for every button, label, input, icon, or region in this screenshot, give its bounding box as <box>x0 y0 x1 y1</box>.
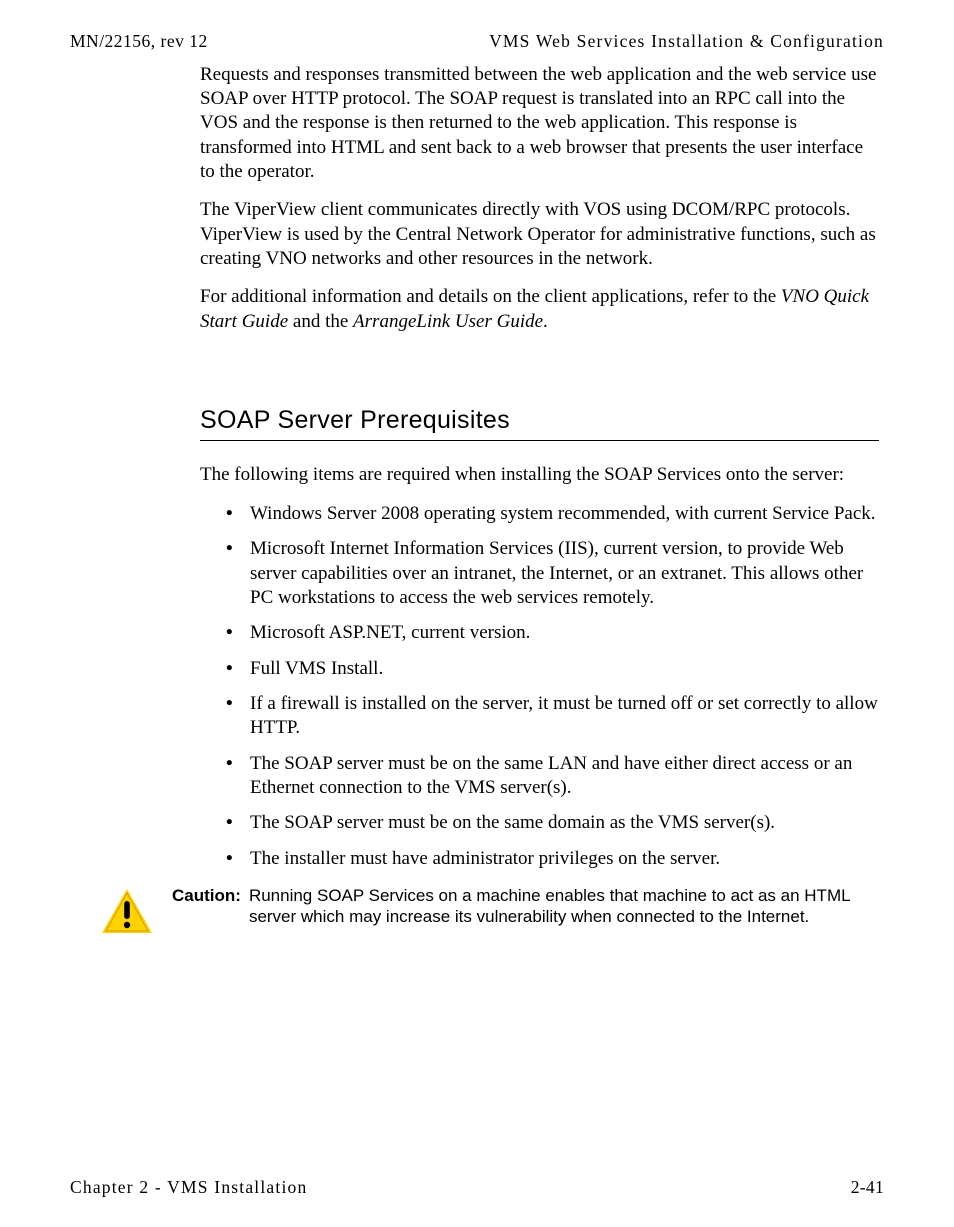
body-content: Requests and responses transmitted betwe… <box>200 63 879 935</box>
caution-block: Caution: Running SOAP Services on a mach… <box>100 885 879 935</box>
list-item: Microsoft Internet Information Services … <box>226 537 879 610</box>
list-item: Microsoft ASP.NET, current version. <box>226 621 879 645</box>
list-item: The installer must have administrator pr… <box>226 847 879 871</box>
caution-text: Caution: Running SOAP Services on a mach… <box>172 885 879 928</box>
p3-pre: For additional information and details o… <box>200 286 781 307</box>
page: MN/22156, rev 12 VMS Web Services Instal… <box>0 0 954 1227</box>
footer-page-number: 2-41 <box>851 1176 884 1199</box>
paragraph-1: Requests and responses transmitted betwe… <box>200 63 879 185</box>
header-section-title: VMS Web Services Installation & Configur… <box>489 30 884 53</box>
header-doc-id: MN/22156, rev 12 <box>70 30 208 53</box>
footer-chapter: Chapter 2 - VMS Installation <box>70 1176 307 1199</box>
prereq-list: Windows Server 2008 operating system rec… <box>226 502 879 871</box>
paragraph-3: For additional information and details o… <box>200 285 879 334</box>
list-item: Windows Server 2008 operating system rec… <box>226 502 879 526</box>
section-heading-soap-prereq: SOAP Server Prerequisites <box>200 404 879 442</box>
caution-icon <box>100 887 154 935</box>
list-item: The SOAP server must be on the same doma… <box>226 811 879 835</box>
list-item: The SOAP server must be on the same LAN … <box>226 752 879 801</box>
list-item: Full VMS Install. <box>226 657 879 681</box>
p3-post: . <box>543 311 548 332</box>
paragraph-2: The ViperView client communicates direct… <box>200 198 879 271</box>
caution-body: Running SOAP Services on a machine enabl… <box>249 885 879 928</box>
p3-mid: and the <box>288 311 353 332</box>
p3-ref-2: ArrangeLink User Guide <box>353 311 543 332</box>
page-footer: Chapter 2 - VMS Installation 2-41 <box>70 1176 884 1199</box>
caution-label: Caution: <box>172 885 241 928</box>
list-item: If a firewall is installed on the server… <box>226 692 879 741</box>
page-header: MN/22156, rev 12 VMS Web Services Instal… <box>70 30 884 53</box>
section-intro: The following items are required when in… <box>200 463 879 488</box>
